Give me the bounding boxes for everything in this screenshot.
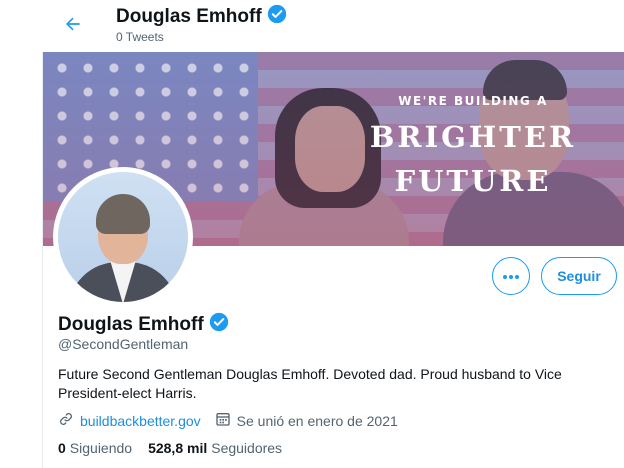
follow-button[interactable]: Seguir bbox=[541, 257, 617, 295]
avatar-photo bbox=[58, 172, 188, 302]
banner-headline-2: FUTURE bbox=[394, 164, 552, 198]
profile-name: Douglas Emhoff bbox=[58, 314, 204, 335]
banner-headline-1: BRIGHTER bbox=[369, 120, 577, 154]
verified-badge-icon bbox=[209, 312, 229, 338]
header-title: Douglas Emhoff bbox=[116, 4, 287, 30]
back-arrow-icon[interactable] bbox=[58, 9, 88, 39]
profile-meta: buildbackbetter.gov Se unió en enero de … bbox=[58, 411, 398, 430]
profile-handle: @SecondGentleman bbox=[58, 336, 189, 352]
more-dots-icon bbox=[502, 267, 520, 285]
header-name: Douglas Emhoff bbox=[116, 6, 262, 27]
calendar-icon bbox=[215, 411, 231, 430]
joined-date: Se unió en enero de 2021 bbox=[236, 412, 398, 429]
verified-badge-icon bbox=[267, 4, 287, 30]
website-link[interactable]: buildbackbetter.gov bbox=[80, 413, 201, 429]
avatar-hair bbox=[96, 194, 150, 234]
following-label: Siguiendo bbox=[69, 440, 133, 456]
following-stat[interactable]: 0 Siguiendo bbox=[58, 440, 132, 456]
banner-tagline: WE'RE BUILDING A bbox=[398, 94, 548, 108]
profile-stats: 0 Siguiendo 528,8 mil Seguidores bbox=[58, 440, 282, 456]
link-icon bbox=[58, 411, 74, 430]
more-options-button[interactable] bbox=[492, 257, 530, 295]
profile-name-row: Douglas Emhoff bbox=[58, 312, 229, 338]
followers-count: 528,8 mil bbox=[148, 440, 208, 456]
followers-stat[interactable]: 528,8 mil Seguidores bbox=[148, 440, 282, 456]
profile-header-bar: Douglas Emhoff 0 Tweets bbox=[0, 0, 624, 52]
following-count: 0 bbox=[58, 440, 66, 456]
header-tweet-count: 0 Tweets bbox=[116, 30, 164, 44]
profile-bio: Future Second Gentleman Douglas Emhoff. … bbox=[58, 366, 562, 401]
avatar[interactable] bbox=[53, 167, 193, 307]
followers-label: Seguidores bbox=[211, 440, 283, 456]
